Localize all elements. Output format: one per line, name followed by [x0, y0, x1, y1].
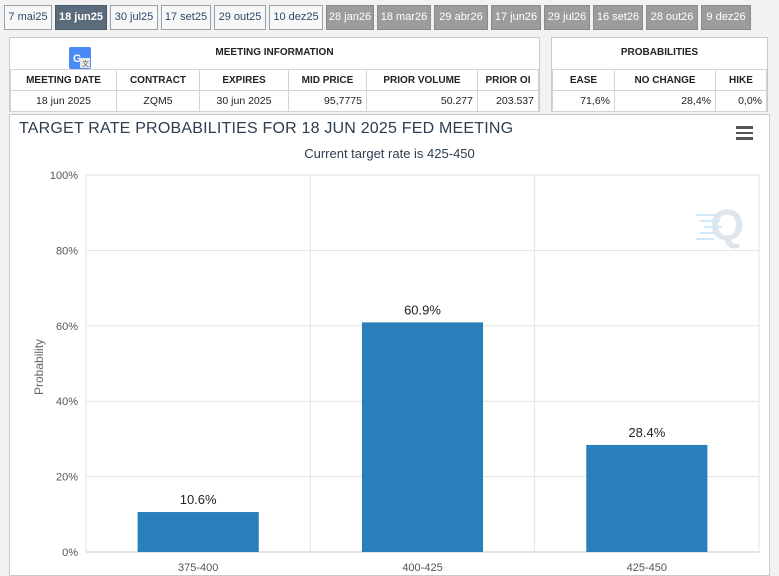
value-prior-oi: 203.537	[477, 90, 539, 112]
meeting-information-panel: G文 MEETING INFORMATION MEETING DATE CONT…	[9, 37, 540, 112]
bar-375-400	[137, 512, 259, 552]
y-tick-label: 80%	[56, 245, 78, 257]
header-mid-price: MID PRICE	[288, 69, 367, 91]
tab-6[interactable]: 28 jan26	[326, 5, 374, 30]
tab-4[interactable]: 29 out25	[214, 5, 266, 30]
svg-text:Q: Q	[710, 201, 744, 250]
data-label: 60.9%	[404, 302, 441, 317]
header-expires: EXPIRES	[199, 69, 289, 91]
value-prior-volume: 50.277	[366, 90, 478, 112]
tab-11[interactable]: 16 set26	[593, 5, 643, 30]
watermark-logo: Q	[696, 201, 744, 250]
meeting-information-title: MEETING INFORMATION	[215, 47, 334, 58]
value-contract: ZQM5	[116, 90, 200, 112]
tab-1[interactable]: 18 jun25	[55, 5, 107, 30]
header-prior-oi: PRIOR OI	[477, 69, 539, 91]
tab-13[interactable]: 9 dez26	[701, 5, 751, 30]
header-no-change: NO CHANGE	[614, 69, 716, 91]
tab-0[interactable]: 7 mai25	[4, 5, 52, 30]
y-tick-label: 0%	[62, 547, 78, 559]
svg-text:文: 文	[82, 59, 89, 68]
y-tick-label: 20%	[56, 472, 78, 484]
value-no-change: 28,4%	[614, 90, 716, 112]
chart-panel: TARGET RATE PROBABILITIES FOR 18 JUN 202…	[9, 114, 770, 576]
x-tick-label: 375-400	[178, 562, 218, 574]
y-tick-label: 60%	[56, 321, 78, 333]
value-mid-price: 95,7775	[288, 90, 367, 112]
data-label: 10.6%	[180, 492, 217, 507]
x-tick-label: 400-425	[402, 562, 442, 574]
x-tick-label: 425-450	[627, 562, 667, 574]
probabilities-panel: PROBABILITIES EASE NO CHANGE HIKE 71,6% …	[551, 37, 768, 112]
probabilities-title: PROBABILITIES	[620, 47, 699, 58]
header-hike: HIKE	[715, 69, 767, 91]
meeting-date-tabs: 7 mai25 18 jun25 30 jul25 17 set25 29 out25 1…	[0, 0, 779, 34]
tab-7[interactable]: 18 mar26	[377, 5, 431, 30]
tab-5[interactable]: 10 dez25	[269, 5, 323, 30]
header-contract: CONTRACT	[116, 69, 200, 91]
tab-3[interactable]: 17 set25	[161, 5, 211, 30]
tab-12[interactable]: 28 out26	[646, 5, 698, 30]
data-label: 28.4%	[628, 425, 665, 440]
tab-8[interactable]: 29 abr26	[434, 5, 488, 30]
value-meeting-date: 18 jun 2025	[10, 90, 117, 112]
tab-2[interactable]: 30 jul25	[110, 5, 158, 30]
value-hike: 0,0%	[715, 90, 767, 112]
header-prior-volume: PRIOR VOLUME	[366, 69, 478, 91]
bar-425-450	[586, 444, 708, 552]
bar-400-425	[361, 322, 484, 552]
tab-10[interactable]: 29 jul26	[544, 5, 590, 30]
header-meeting-date: MEETING DATE	[10, 69, 117, 91]
value-ease: 71,6%	[552, 90, 615, 112]
tab-9[interactable]: 17 jun26	[491, 5, 541, 30]
bar-chart: Q 0% 20% 40% 60% 80% 100% 10.6% 375-400 60.9% 400…	[50, 170, 760, 574]
value-expires: 30 jun 2025	[199, 90, 289, 112]
y-tick-label: 40%	[56, 396, 78, 408]
header-ease: EASE	[552, 69, 615, 91]
y-tick-label: 100%	[50, 170, 78, 182]
